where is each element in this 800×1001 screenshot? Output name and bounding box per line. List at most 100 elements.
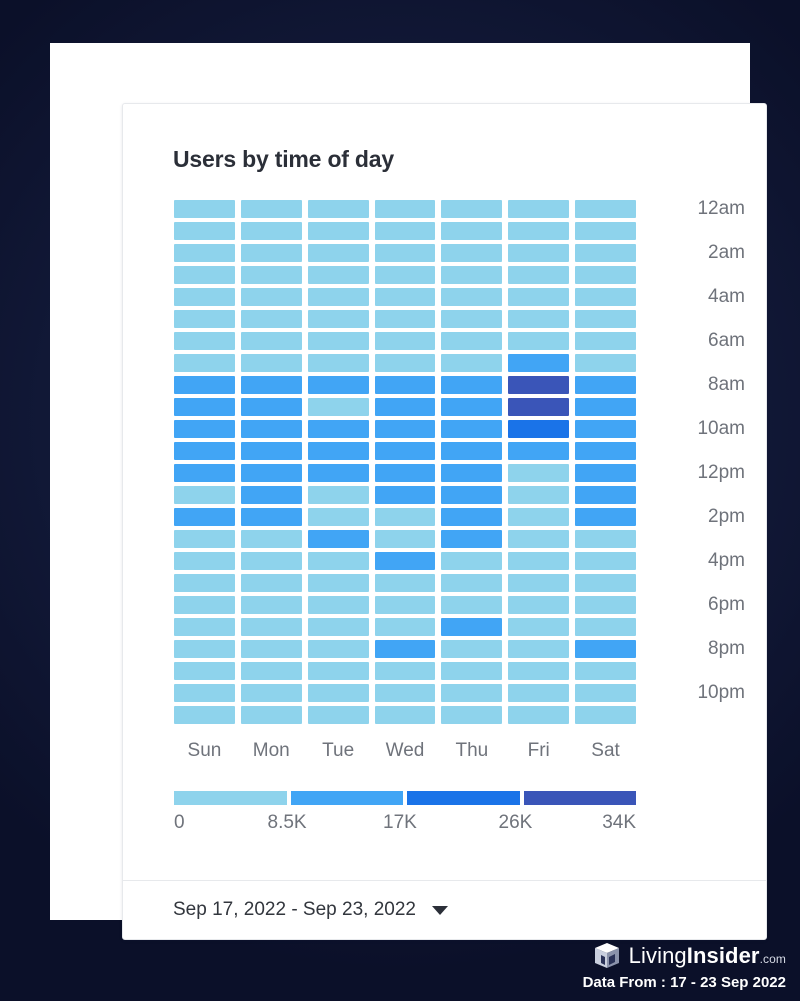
heatmap-cell[interactable] — [174, 618, 235, 636]
heatmap-cell[interactable] — [441, 420, 503, 438]
heatmap-cell[interactable] — [307, 266, 369, 284]
heatmap-cell[interactable] — [307, 442, 369, 460]
heatmap-cell[interactable] — [575, 640, 636, 658]
heatmap-cell[interactable] — [508, 596, 570, 614]
heatmap-cell[interactable] — [374, 552, 436, 570]
heatmap-cell[interactable] — [240, 376, 302, 394]
heatmap-cell[interactable] — [374, 310, 436, 328]
heatmap-cell[interactable] — [174, 596, 235, 614]
heatmap-cell[interactable] — [374, 420, 436, 438]
heatmap-cell[interactable] — [240, 662, 302, 680]
heatmap-cell[interactable] — [174, 398, 235, 416]
heatmap-cell[interactable] — [374, 640, 436, 658]
heatmap-cell[interactable] — [441, 442, 503, 460]
heatmap-cell[interactable] — [508, 288, 570, 306]
heatmap-cell[interactable] — [240, 442, 302, 460]
heatmap-cell[interactable] — [575, 706, 636, 724]
heatmap-cell[interactable] — [240, 684, 302, 702]
heatmap-cell[interactable] — [508, 376, 570, 394]
heatmap-cell[interactable] — [374, 354, 436, 372]
heatmap-cell[interactable] — [307, 376, 369, 394]
heatmap-cell[interactable] — [575, 442, 636, 460]
heatmap-cell[interactable] — [174, 684, 235, 702]
heatmap-cell[interactable] — [575, 310, 636, 328]
heatmap-cell[interactable] — [441, 222, 503, 240]
heatmap-cell[interactable] — [575, 244, 636, 262]
heatmap-cell[interactable] — [374, 486, 436, 504]
heatmap-cell[interactable] — [374, 662, 436, 680]
heatmap-cell[interactable] — [174, 266, 235, 284]
heatmap-cell[interactable] — [307, 706, 369, 724]
heatmap-cell[interactable] — [575, 508, 636, 526]
heatmap-cell[interactable] — [307, 640, 369, 658]
heatmap-cell[interactable] — [374, 508, 436, 526]
heatmap-cell[interactable] — [575, 464, 636, 482]
heatmap-cell[interactable] — [307, 684, 369, 702]
heatmap-cell[interactable] — [240, 354, 302, 372]
heatmap-cell[interactable] — [441, 640, 503, 658]
heatmap-cell[interactable] — [307, 486, 369, 504]
heatmap-cell[interactable] — [441, 310, 503, 328]
heatmap-cell[interactable] — [307, 200, 369, 218]
heatmap-cell[interactable] — [575, 596, 636, 614]
heatmap-cell[interactable] — [240, 596, 302, 614]
heatmap-cell[interactable] — [441, 332, 503, 350]
heatmap-cell[interactable] — [174, 420, 235, 438]
heatmap-cell[interactable] — [508, 354, 570, 372]
heatmap-cell[interactable] — [441, 486, 503, 504]
heatmap-cell[interactable] — [307, 288, 369, 306]
heatmap-cell[interactable] — [508, 530, 570, 548]
heatmap-cell[interactable] — [307, 574, 369, 592]
heatmap-cell[interactable] — [575, 574, 636, 592]
heatmap-cell[interactable] — [575, 420, 636, 438]
heatmap-cell[interactable] — [307, 420, 369, 438]
heatmap-cell[interactable] — [174, 310, 235, 328]
heatmap-cell[interactable] — [307, 398, 369, 416]
heatmap-cell[interactable] — [174, 376, 235, 394]
heatmap-cell[interactable] — [441, 398, 503, 416]
heatmap-cell[interactable] — [307, 662, 369, 680]
heatmap-cell[interactable] — [441, 574, 503, 592]
heatmap-cell[interactable] — [508, 508, 570, 526]
date-range-selector[interactable]: Sep 17, 2022 - Sep 23, 2022 — [173, 899, 448, 921]
heatmap-cell[interactable] — [508, 464, 570, 482]
heatmap-cell[interactable] — [508, 442, 570, 460]
heatmap-cell[interactable] — [307, 618, 369, 636]
heatmap-cell[interactable] — [307, 596, 369, 614]
heatmap-cell[interactable] — [374, 266, 436, 284]
heatmap-cell[interactable] — [508, 420, 570, 438]
heatmap-cell[interactable] — [441, 266, 503, 284]
heatmap-cell[interactable] — [240, 266, 302, 284]
heatmap-cell[interactable] — [307, 530, 369, 548]
heatmap-cell[interactable] — [374, 618, 436, 636]
heatmap-cell[interactable] — [441, 200, 503, 218]
heatmap-cell[interactable] — [174, 442, 235, 460]
heatmap-cell[interactable] — [174, 508, 235, 526]
heatmap-cell[interactable] — [174, 464, 235, 482]
heatmap-cell[interactable] — [240, 508, 302, 526]
heatmap-cell[interactable] — [441, 684, 503, 702]
heatmap-cell[interactable] — [508, 662, 570, 680]
heatmap-cell[interactable] — [441, 464, 503, 482]
heatmap-cell[interactable] — [174, 222, 235, 240]
heatmap-cell[interactable] — [240, 222, 302, 240]
heatmap-cell[interactable] — [441, 354, 503, 372]
heatmap-cell[interactable] — [240, 244, 302, 262]
heatmap-cell[interactable] — [575, 200, 636, 218]
heatmap-cell[interactable] — [240, 486, 302, 504]
heatmap-cell[interactable] — [575, 552, 636, 570]
heatmap-cell[interactable] — [240, 618, 302, 636]
heatmap-cell[interactable] — [575, 618, 636, 636]
heatmap-cell[interactable] — [575, 684, 636, 702]
heatmap-cell[interactable] — [307, 222, 369, 240]
heatmap-cell[interactable] — [508, 398, 570, 416]
heatmap-cell[interactable] — [307, 244, 369, 262]
heatmap-cell[interactable] — [174, 200, 235, 218]
heatmap-cell[interactable] — [374, 222, 436, 240]
heatmap-cell[interactable] — [508, 244, 570, 262]
heatmap-cell[interactable] — [374, 442, 436, 460]
heatmap-cell[interactable] — [174, 706, 235, 724]
heatmap-cell[interactable] — [240, 640, 302, 658]
heatmap-cell[interactable] — [174, 530, 235, 548]
heatmap-cell[interactable] — [240, 706, 302, 724]
